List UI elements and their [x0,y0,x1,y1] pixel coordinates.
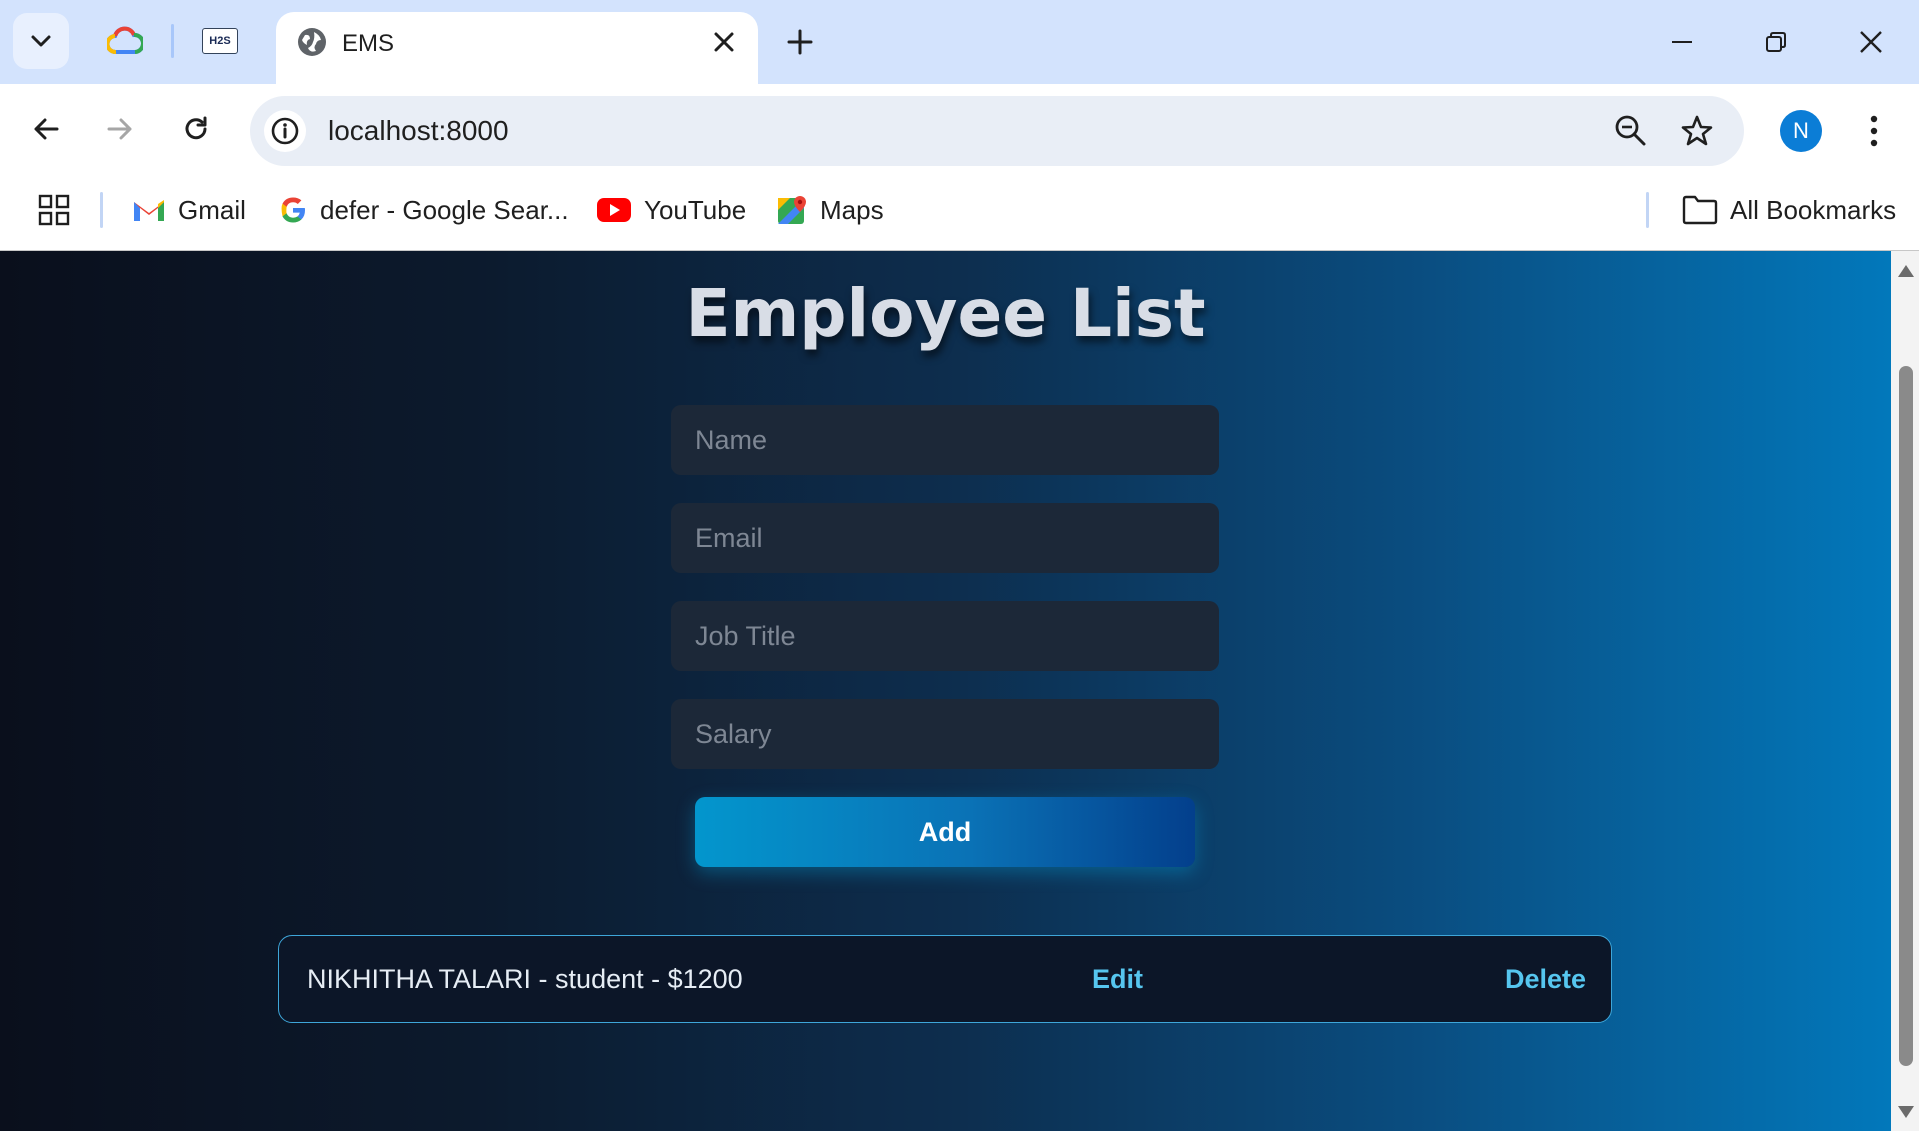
bookmark-divider [1646,192,1649,228]
plus-icon [787,29,813,55]
zoom-out-icon [1615,115,1646,146]
profile-initial: N [1793,118,1809,143]
bookmark-label: Maps [820,194,884,225]
bookmark-divider [100,192,103,228]
scrollbar-thumb[interactable] [1899,366,1913,1066]
tab-strip: H2S EMS [0,0,1919,84]
zoom-button[interactable] [1608,108,1654,154]
forward-button[interactable] [95,104,145,154]
job-title-input[interactable] [671,601,1219,671]
page-title: Employee List [685,275,1206,352]
employee-row: NIKHITHA TALARI - student - $1200 Edit D… [278,935,1612,1023]
address-bar[interactable]: localhost:8000 [250,96,1744,166]
new-tab-button[interactable] [780,22,820,62]
bookmark-google-search[interactable]: defer - Google Sear... [278,188,569,232]
close-icon [1860,31,1882,53]
arrow-right-icon [107,118,132,140]
scroll-up-arrow-icon[interactable] [1898,265,1914,277]
all-bookmarks-label: All Bookmarks [1730,194,1897,225]
star-icon [1681,115,1713,146]
all-bookmarks-button[interactable]: All Bookmarks [1682,188,1896,232]
reload-button[interactable] [171,104,221,154]
employee-summary: NIKHITHA TALARI - student - $1200 [307,964,743,994]
h2s-label: H2S [209,35,231,47]
back-button[interactable] [21,104,71,154]
name-input[interactable] [671,405,1219,475]
minimize-icon [1672,41,1692,43]
profile-avatar[interactable]: N [1780,110,1822,152]
email-input[interactable] [671,503,1219,573]
restore-button[interactable] [1748,18,1804,66]
arrow-left-icon [34,118,59,140]
site-info-button[interactable] [264,110,306,152]
reload-icon [185,116,207,140]
add-button[interactable]: Add [695,797,1195,867]
salary-input[interactable] [671,699,1219,769]
minimize-button[interactable] [1654,18,1710,66]
bookmark-youtube[interactable]: YouTube [596,188,746,232]
browser-menu-button[interactable] [1856,108,1892,154]
close-tab-icon[interactable] [710,28,738,56]
scroll-down-arrow-icon[interactable] [1898,1106,1914,1118]
tab-divider [171,24,174,58]
restore-icon [1766,32,1786,52]
bookmark-label: Gmail [178,194,246,225]
bookmarks-bar: Gmail defer - Google Sear... YouTube Map… [0,174,1919,251]
bookmark-star-button[interactable] [1674,108,1720,154]
close-window-button[interactable] [1843,18,1899,66]
url-text[interactable]: localhost:8000 [328,115,509,147]
pinned-tab-h2s[interactable]: H2S [185,13,255,69]
page-viewport: Employee List Add NIKHITHA TALARI - stud… [0,251,1891,1131]
globe-icon [298,28,326,56]
info-icon [271,117,299,145]
folder-icon [1682,195,1718,225]
bookmark-label: defer - Google Sear... [320,194,569,225]
pinned-tab-google-cloud[interactable] [90,13,160,69]
bookmark-maps[interactable]: Maps [776,188,884,232]
gmail-icon [134,200,164,221]
delete-button[interactable]: Delete [1505,964,1586,995]
tab-title: EMS [342,30,395,57]
browser-toolbar: localhost:8000 N [0,84,1919,174]
google-icon [281,197,305,223]
google-cloud-icon [107,26,143,54]
more-vertical-icon [1870,115,1878,147]
maps-icon [778,196,806,224]
apps-button[interactable] [38,188,70,232]
apps-grid-icon [38,194,70,226]
tab-ems[interactable]: EMS [276,12,758,84]
bookmark-gmail[interactable]: Gmail [132,188,246,232]
edit-button[interactable]: Edit [1092,964,1143,995]
chevron-down-icon [31,35,51,47]
bookmark-label: YouTube [644,194,747,225]
tab-search-button[interactable] [13,13,69,69]
page-scrollbar[interactable] [1891,251,1919,1131]
youtube-icon [597,198,631,222]
h2s-icon: H2S [202,28,238,54]
